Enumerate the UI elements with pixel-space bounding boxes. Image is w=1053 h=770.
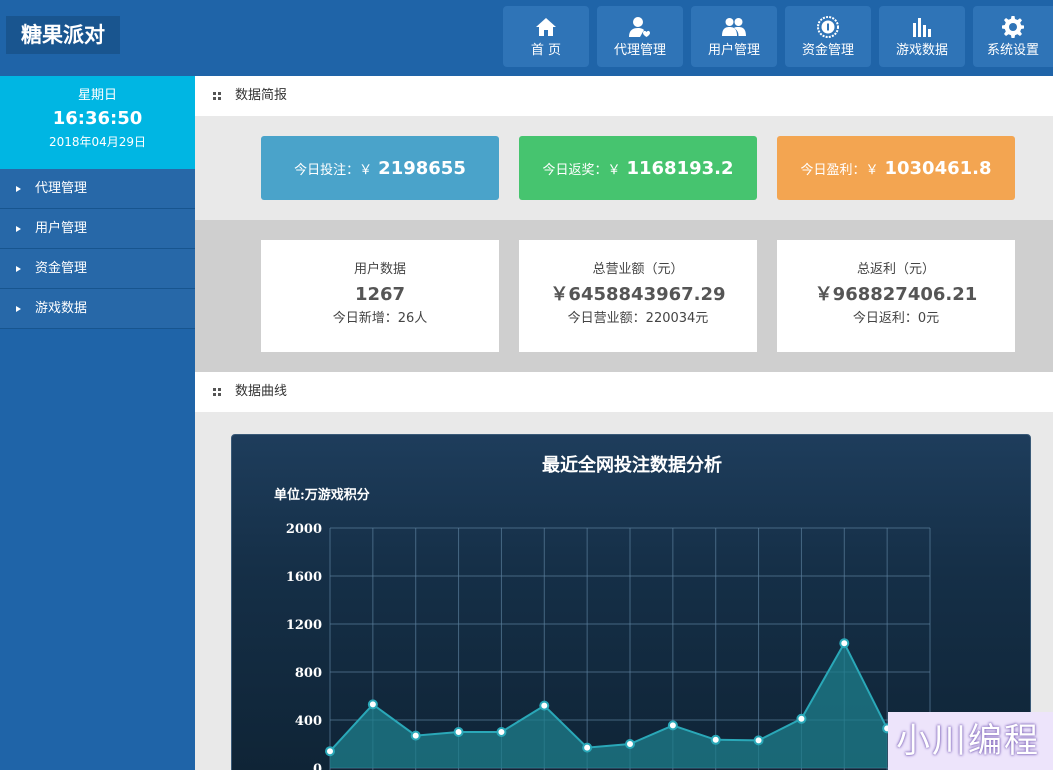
- sidebar-item-label: 资金管理: [35, 260, 88, 276]
- nav-home-button[interactable]: 首 页: [503, 6, 589, 67]
- nav-users-button[interactable]: 用户管理: [691, 6, 777, 67]
- nav-game-data-button[interactable]: 游戏数据: [879, 6, 965, 67]
- y-axis-ticks: 0 400 800 1200 1600 2000: [286, 522, 322, 770]
- app-logo[interactable]: 糖果派对: [6, 16, 120, 54]
- stat-title: 用户数据: [353, 262, 406, 277]
- nav-users-label: 用户管理: [707, 43, 760, 58]
- kpi-value: 1030461.8: [884, 157, 992, 179]
- stat-sub: 今日新增：26人: [332, 311, 428, 326]
- data-point[interactable]: [410, 730, 421, 741]
- stat-value: 1267: [354, 284, 406, 305]
- main-content: 数据简报 今日投注：￥ 2198655 今日返奖：￥ 1168193.2 今日盈…: [195, 76, 1053, 770]
- watermark-logo: 小川编程: [888, 712, 1053, 770]
- sidebar-item-label: 游戏数据: [35, 300, 88, 316]
- stats-band: 用户数据 1267 今日新增：26人 总营业额（元） ￥6458843967.2…: [195, 220, 1053, 372]
- nav-funds-button[interactable]: 资金管理: [785, 6, 871, 67]
- sidebar-item-users[interactable]: 用户管理: [0, 209, 195, 249]
- y-tick-label: 400: [295, 714, 322, 729]
- chart-series: [325, 638, 893, 768]
- y-tick-label: 0: [313, 762, 322, 770]
- data-point[interactable]: [667, 720, 678, 731]
- stat-sub: 今日营业额：220034元: [567, 311, 709, 326]
- nav-game-data-label: 游戏数据: [895, 43, 948, 58]
- chart-ylabel: 单位:万游戏积分: [274, 487, 370, 503]
- nav-funds-label: 资金管理: [801, 43, 854, 58]
- data-point[interactable]: [625, 739, 635, 749]
- kpi-value: 2198655: [378, 157, 466, 179]
- clock-panel: 星期日 16:36:50 2018年04月29日: [0, 76, 195, 169]
- caret-right-icon: [16, 265, 21, 272]
- sidebar-item-funds[interactable]: 资金管理: [0, 249, 195, 289]
- top-nav: 首 页 代理管理 用户管理 资金管理 游戏数据 系统设置: [495, 6, 1053, 67]
- nav-home-label: 首 页: [530, 43, 562, 58]
- nav-agent-button[interactable]: 代理管理: [597, 6, 683, 67]
- chart-title: 最近全网投注数据分析: [542, 454, 722, 476]
- time-text: 16:36:50: [52, 108, 143, 129]
- gear-icon: [1002, 16, 1024, 38]
- caret-right-icon: [16, 305, 21, 312]
- sidebar-item-label: 用户管理: [35, 220, 88, 236]
- kpi-label: 今日盈利：￥: [800, 162, 879, 178]
- stat-title: 总营业额（元）: [592, 262, 684, 277]
- kpi-band: 今日投注：￥ 2198655 今日返奖：￥ 1168193.2 今日盈利：￥ 1…: [195, 116, 1053, 220]
- y-tick-label: 800: [295, 666, 322, 681]
- home-icon: [536, 18, 556, 36]
- caret-right-icon: [16, 225, 21, 232]
- grid-icon: [213, 92, 221, 100]
- coin-icon: [817, 16, 839, 38]
- bar-chart-icon: [913, 18, 931, 37]
- y-tick-label: 1200: [286, 618, 322, 633]
- data-point[interactable]: [582, 742, 593, 753]
- weekday-text: 星期日: [77, 88, 117, 103]
- stat-value: ￥6458843967.29: [550, 284, 726, 305]
- data-point[interactable]: [453, 727, 464, 737]
- data-point[interactable]: [710, 734, 721, 745]
- data-point[interactable]: [367, 699, 378, 710]
- summary-section-header: 数据简报: [195, 76, 1053, 116]
- y-tick-label: 1600: [286, 570, 322, 585]
- kpi-today-profit: 今日盈利：￥ 1030461.8: [777, 136, 1015, 200]
- sidebar-item-game-data[interactable]: 游戏数据: [0, 289, 195, 329]
- stat-title: 总返利（元）: [856, 262, 935, 277]
- data-point[interactable]: [539, 700, 550, 711]
- data-point[interactable]: [753, 735, 764, 746]
- agent-user-icon: [629, 17, 650, 37]
- top-header: 糖果派对 首 页 代理管理 用户管理 资金管理 游戏数据 系统设置: [0, 0, 1053, 76]
- grid-icon: [213, 388, 221, 396]
- kpi-label: 今日返奖：￥: [542, 162, 621, 178]
- stat-card-users: 用户数据 1267 今日新增：26人: [261, 240, 499, 352]
- kpi-today-bets: 今日投注：￥ 2198655: [261, 136, 499, 200]
- kpi-today-payout: 今日返奖：￥ 1168193.2: [519, 136, 757, 200]
- stat-card-rebate: 总返利（元） ￥968827406.21 今日返利：0元: [777, 240, 1015, 352]
- nav-settings-button[interactable]: 系统设置: [973, 6, 1053, 67]
- date-text: 2018年04月29日: [48, 135, 147, 149]
- series-area: [330, 643, 888, 768]
- data-point[interactable]: [496, 727, 507, 737]
- caret-right-icon: [16, 185, 21, 192]
- data-point[interactable]: [325, 746, 335, 757]
- sidebar-item-label: 代理管理: [35, 180, 88, 196]
- users-icon: [722, 18, 746, 36]
- stat-value: ￥968827406.21: [814, 284, 978, 305]
- summary-section-title: 数据简报: [235, 88, 288, 103]
- kpi-value: 1168193.2: [626, 157, 734, 179]
- kpi-label: 今日投注：￥: [294, 162, 373, 178]
- curve-section-title: 数据曲线: [235, 384, 288, 399]
- sidebar: 星期日 16:36:50 2018年04月29日 代理管理 用户管理 资金管理 …: [0, 76, 195, 770]
- sidebar-item-agent[interactable]: 代理管理: [0, 169, 195, 209]
- nav-settings-label: 系统设置: [986, 43, 1039, 58]
- data-point[interactable]: [839, 638, 850, 649]
- curve-section-header: 数据曲线: [195, 372, 1053, 412]
- stat-sub: 今日返利：0元: [852, 311, 940, 326]
- y-tick-label: 2000: [286, 522, 322, 537]
- stat-card-revenue: 总营业额（元） ￥6458843967.29 今日营业额：220034元: [519, 240, 757, 352]
- data-point[interactable]: [796, 713, 807, 724]
- nav-agent-label: 代理管理: [613, 43, 666, 58]
